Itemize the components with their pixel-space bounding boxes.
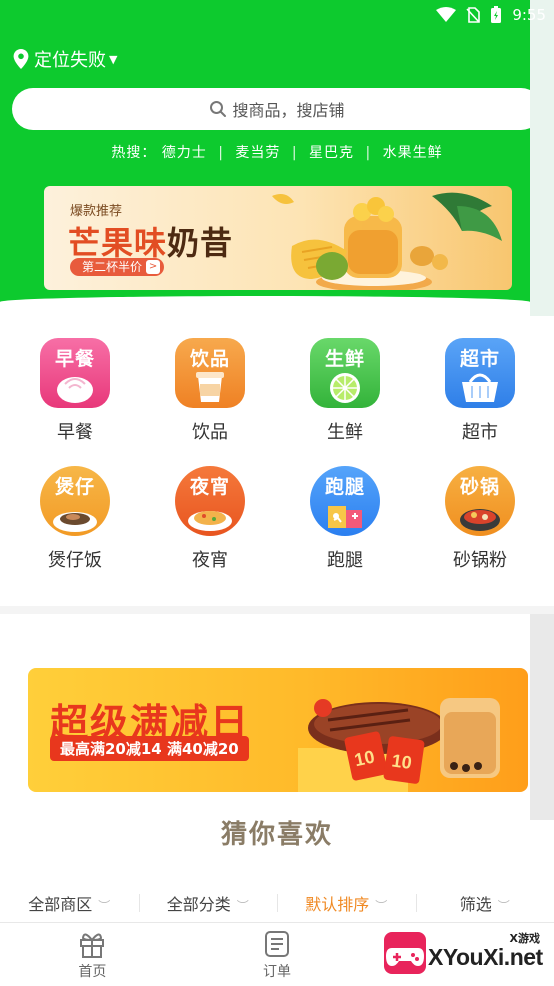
- separator: |: [365, 145, 372, 161]
- wifi-icon: [436, 7, 457, 22]
- category-label: 砂锅粉: [453, 550, 507, 571]
- promo-badge-text: 10: [390, 750, 413, 773]
- category-casserole-noodle[interactable]: 砂锅 砂锅粉: [425, 466, 535, 572]
- category-errand[interactable]: 跑腿 跑腿: [290, 466, 400, 572]
- watermark-text: XYouXi.net: [428, 944, 543, 970]
- category-breakfast[interactable]: 早餐 早餐: [20, 338, 130, 444]
- category-supermarket[interactable]: 超市 超市: [425, 338, 535, 444]
- lime-icon: 生鲜: [310, 338, 380, 408]
- header-edge: [530, 0, 554, 316]
- steak-and-tea-image: 10 10: [298, 698, 500, 792]
- location-text: 定位失败: [34, 50, 106, 71]
- noodle-icon: 夜宵: [175, 466, 245, 536]
- cup-icon: 饮品: [175, 338, 245, 408]
- basket-icon: 超市: [445, 338, 515, 408]
- claypot-icon: 煲仔: [40, 466, 110, 536]
- page-edge: [530, 614, 554, 820]
- hot-search-item[interactable]: 德力士: [162, 145, 207, 161]
- category-label: 早餐: [57, 422, 93, 443]
- category-row: 早餐 早餐 饮品 饮品 生鲜 生鲜 超市 超市: [0, 338, 554, 448]
- super-discount-banner[interactable]: 超级满减日 最高满20减14 满40减20 10 10: [28, 668, 528, 792]
- search-icon: [210, 101, 227, 117]
- promo-subtitle: 最高满20减14 满40减20: [50, 736, 249, 761]
- hot-search-bar: 热搜： 德力士 | 麦当劳 | 星巴克 | 水果生鲜: [0, 142, 530, 162]
- banner-small-text: 爆款推荐: [70, 204, 123, 219]
- runner-icon: 跑腿: [310, 466, 380, 536]
- category-label: 夜宵: [192, 550, 228, 571]
- search-placeholder: 搜商品，搜店铺: [232, 101, 345, 120]
- filter-category[interactable]: 全部分类 ︶: [138, 891, 278, 915]
- tab-home[interactable]: 首页: [0, 923, 185, 986]
- separator: |: [218, 145, 224, 161]
- battery-icon: [491, 6, 502, 23]
- no-sim-icon: [466, 7, 481, 23]
- caret-down-icon: ▼: [109, 52, 118, 66]
- chevron-down-icon: ︶: [236, 899, 249, 913]
- banner-tag: 第二杯半价 >: [70, 258, 165, 276]
- chevron-down-icon: ︶: [497, 899, 510, 913]
- category-drinks[interactable]: 饮品 饮品: [155, 338, 265, 444]
- filter-bar: 全部商区 ︶ 全部分类 ︶ 默认排序 ︶ 筛选 ︶: [0, 884, 554, 922]
- order-icon: [265, 931, 289, 957]
- mango-shake-banner[interactable]: 爆款推荐 芒果味奶昔 第二杯半价 >: [44, 186, 512, 290]
- category-label: 超市: [462, 422, 498, 443]
- filter-area[interactable]: 全部商区 ︶: [0, 891, 139, 915]
- section-divider: [0, 606, 554, 614]
- filter-screen[interactable]: 筛选 ︶: [415, 891, 554, 915]
- gift-icon: [80, 933, 105, 958]
- gamepad-logo-icon: [384, 932, 426, 974]
- filter-sort[interactable]: 默认排序 ︶: [277, 891, 416, 915]
- arrow-right-icon: >: [146, 260, 161, 274]
- guess-you-like-title: 猜你喜欢: [220, 820, 333, 850]
- header: 定位失败 ▼ 搜商品，搜店铺 热搜： 德力士 | 麦当劳 | 星巴克 | 水果生…: [0, 0, 530, 316]
- hot-search-item[interactable]: 水果生鲜: [383, 145, 443, 161]
- header-curve: [0, 296, 530, 316]
- tab-orders[interactable]: 订单: [185, 923, 370, 986]
- category-claypot-rice[interactable]: 煲仔 煲仔饭: [20, 466, 130, 572]
- mango-shake-image: [272, 192, 502, 290]
- category-label: 跑腿: [327, 550, 363, 571]
- location-pin-icon: [13, 49, 29, 69]
- tab-label: 首页: [78, 964, 107, 980]
- bun-icon: 早餐: [40, 338, 110, 408]
- status-bar: 9:55: [0, 0, 554, 32]
- chevron-down-icon: ︶: [375, 899, 388, 913]
- category-label: 饮品: [192, 422, 228, 443]
- location-selector[interactable]: 定位失败 ▼: [12, 46, 117, 72]
- category-row: 煲仔 煲仔饭 夜宵 夜宵 跑腿 跑腿 砂锅 砂锅粉: [0, 466, 554, 576]
- hotpot-icon: 砂锅: [445, 466, 515, 536]
- hot-search-item[interactable]: 麦当劳: [235, 145, 280, 161]
- site-watermark: X游戏 XYouXi.net: [384, 926, 548, 984]
- tab-label: 订单: [263, 964, 291, 980]
- category-late-night[interactable]: 夜宵 夜宵: [155, 466, 265, 572]
- promo-badge-text: 10: [353, 747, 377, 771]
- hot-search-label: 热搜：: [111, 145, 157, 161]
- chevron-down-icon: ︶: [98, 899, 111, 913]
- search-input[interactable]: 搜商品，搜店铺: [12, 88, 530, 130]
- hot-search-item[interactable]: 星巴克: [309, 145, 354, 161]
- category-fresh[interactable]: 生鲜 生鲜: [290, 338, 400, 444]
- category-label: 煲仔饭: [48, 550, 102, 571]
- status-time: 9:55: [512, 6, 546, 24]
- separator: |: [291, 145, 298, 161]
- category-label: 生鲜: [327, 422, 363, 443]
